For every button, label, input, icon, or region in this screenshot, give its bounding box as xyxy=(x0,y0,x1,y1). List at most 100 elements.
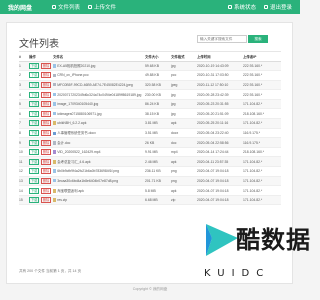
delete-button[interactable]: 删除 xyxy=(40,110,52,117)
search-input[interactable] xyxy=(197,35,247,43)
file-type: doc xyxy=(171,137,197,148)
file-name[interactable]: 会考总复习汇_4.6.apk xyxy=(57,160,90,164)
download-button[interactable]: 下载 xyxy=(29,81,40,88)
delete-button[interactable]: 删除 xyxy=(40,177,52,184)
download-button[interactable]: 下载 xyxy=(29,110,40,117)
delete-button[interactable]: 删除 xyxy=(40,62,52,69)
row-number: 4 xyxy=(19,89,29,100)
file-name[interactable]: res.zip xyxy=(57,198,67,202)
file-name-cell[interactable]: res.zip xyxy=(53,195,145,206)
file-name-cell[interactable]: MFC0B5F-99CD-46B9-AE74-7E45082E4224.jpeg xyxy=(53,80,145,91)
nav-item-label: 上传文件 xyxy=(94,5,117,11)
row-number: 10 xyxy=(19,147,29,158)
file-name-cell[interactable]: 20200717202349d6c324a74c0494e04189ff8619… xyxy=(53,89,145,100)
upload-time: 2020-04-14 17:24:44 xyxy=(197,147,243,158)
download-button[interactable]: 下载 xyxy=(29,101,40,108)
file-name-cell[interactable]: EX-A5相机拍照20210.jpg xyxy=(53,61,145,72)
file-name-cell[interactable]: 3ecaa30c6bd4a1b8e6404b07e87d8.png xyxy=(53,176,145,187)
delete-button[interactable]: 删除 xyxy=(40,197,52,204)
column-header: # xyxy=(19,53,29,62)
delete-button[interactable]: 删除 xyxy=(40,120,52,127)
delete-button[interactable]: 删除 xyxy=(40,149,52,156)
table-row: 5 下载 删除 image_1709340105440.jpg 86.24 KB jpg 2… xyxy=(19,99,281,110)
upload-icon xyxy=(88,5,93,9)
uploader-ip: 116.9.175.* xyxy=(243,128,281,139)
uploader-ip: 171.104.82.* xyxy=(243,99,281,110)
file-name-cell[interactable]: ictimages0715880106971.jpg xyxy=(53,108,145,120)
file-type: jpg xyxy=(171,108,197,120)
column-header[interactable]: 文件大小 xyxy=(145,53,171,62)
file-name[interactable]: ubikNBH_6.2.2.apk xyxy=(57,121,86,125)
download-button[interactable]: 下载 xyxy=(29,91,40,98)
download-button[interactable]: 下载 xyxy=(29,187,40,194)
file-name[interactable]: 3ecaa30c6bd4a1b8e6404b07e87d8.png xyxy=(57,179,118,183)
download-button[interactable]: 下载 xyxy=(29,139,40,146)
row-number: 7 xyxy=(19,118,29,129)
delete-button[interactable]: 删除 xyxy=(40,187,52,194)
file-name[interactable]: CRN_ov_iPhone.pcc xyxy=(57,73,88,77)
file-name[interactable]: 淘宝联盟返利.apk xyxy=(57,189,84,193)
file-name[interactable]: MFC0B5F-99CD-46B9-AE74-7E45082E4224.jpeg xyxy=(57,83,133,87)
file-name-cell[interactable]: 淘宝联盟返利.apk xyxy=(53,185,145,196)
download-button[interactable]: 下载 xyxy=(29,72,40,79)
file-name[interactable]: ictimages0715880106971.jpg xyxy=(57,112,101,116)
download-button[interactable]: 下载 xyxy=(29,158,40,165)
file-name-cell[interactable]: 人事管理系统任务书.docx xyxy=(53,128,145,139)
file-name[interactable]: EX-A5相机拍照20210.jpg xyxy=(57,64,95,68)
column-header[interactable]: 文件名 xyxy=(53,53,145,62)
table-row: 15 下载 删除 res.zip 6.68 MB zip 2020-04-07 19:04:… xyxy=(19,195,281,206)
file-name[interactable]: 6b0b9cfb9f4a2fc21b6a0b7836984f1f.png xyxy=(57,169,119,173)
file-name[interactable]: 20200717202349d6c324a74c0494e04189ff8619… xyxy=(57,93,141,97)
pagination-info: 共有 200 个文件 当前第 1 页，共 14 页 xyxy=(19,269,82,273)
row-actions: 下载 删除 xyxy=(29,156,53,168)
delete-button[interactable]: 删除 xyxy=(40,101,52,108)
file-name[interactable]: 人事管理系统任务书.docx xyxy=(57,131,96,135)
table-header-row: # 操作 文件名 文件大小 文件格式 上传时间 上传者IP xyxy=(19,53,281,62)
file-name[interactable]: VID_20200522_162429.mp4 xyxy=(57,150,100,154)
search-button[interactable]: 搜索 xyxy=(248,35,268,43)
file-icon xyxy=(53,83,56,87)
file-name[interactable]: 会计.doc xyxy=(57,141,70,145)
delete-button[interactable]: 删除 xyxy=(40,81,52,88)
delete-button[interactable]: 删除 xyxy=(40,129,52,136)
file-name-cell[interactable]: image_1709340105440.jpg xyxy=(53,99,145,110)
uploader-ip: 171.104.82.* xyxy=(243,185,281,196)
file-size: 201.71 KB xyxy=(145,176,171,187)
file-name-cell[interactable]: 6b0b9cfb9f4a2fc21b6a0b7836984f1f.png xyxy=(53,166,145,177)
download-button[interactable]: 下载 xyxy=(29,177,40,184)
table-row: 1 下载 删除 EX-A5相机拍照20210.jpg 59.68 KB jpg 2020-1… xyxy=(19,61,281,72)
file-name-cell[interactable]: 会计.doc xyxy=(53,137,145,148)
delete-button[interactable]: 删除 xyxy=(40,72,52,79)
row-actions: 下载 删除 xyxy=(29,80,53,91)
download-button[interactable]: 下载 xyxy=(29,62,40,69)
download-button[interactable]: 下载 xyxy=(29,197,40,204)
file-size: 9.91 MB xyxy=(145,147,171,158)
nav-item-file-list[interactable]: 文件列表 xyxy=(52,3,80,11)
row-actions: 下载 删除 xyxy=(29,137,53,148)
row-actions: 下载 删除 xyxy=(29,61,53,72)
nav-item-upload[interactable]: 上传文件 xyxy=(88,3,116,11)
download-button[interactable]: 下载 xyxy=(29,120,40,127)
column-header[interactable]: 文件格式 xyxy=(171,53,197,62)
file-name-cell[interactable]: 会考总复习汇_4.6.apk xyxy=(53,156,145,168)
file-name-cell[interactable]: ubikNBH_6.2.2.apk xyxy=(53,118,145,129)
column-header[interactable]: 上传时间 xyxy=(197,53,243,62)
upload-time: 2020-04-11 23:57:35 xyxy=(197,156,243,168)
delete-button[interactable]: 删除 xyxy=(40,158,52,165)
file-name-cell[interactable]: CRN_ov_iPhone.pcc xyxy=(53,70,145,81)
nav-item-status[interactable]: 系统状态 xyxy=(227,3,256,11)
download-button[interactable]: 下载 xyxy=(29,149,40,156)
file-name-cell[interactable]: VID_20200522_162429.mp4 xyxy=(53,147,145,158)
file-size: 6.68 MB xyxy=(145,195,171,206)
file-name[interactable]: image_1709340105440.jpg xyxy=(57,102,98,106)
delete-button[interactable]: 删除 xyxy=(40,139,52,146)
brand-logo[interactable]: 我的网盘 xyxy=(8,3,32,12)
uploader-ip: 222.93.160.* xyxy=(243,61,281,72)
download-button[interactable]: 下载 xyxy=(29,129,40,136)
nav-item-logout[interactable]: 退出登录 xyxy=(263,3,292,11)
upload-time: 2020-05-04 23:22:40 xyxy=(197,128,243,139)
delete-button[interactable]: 删除 xyxy=(40,168,52,175)
download-button[interactable]: 下载 xyxy=(29,168,40,175)
upload-time: 2020-11-12 17:50:10 xyxy=(197,80,243,91)
delete-button[interactable]: 删除 xyxy=(40,91,52,98)
